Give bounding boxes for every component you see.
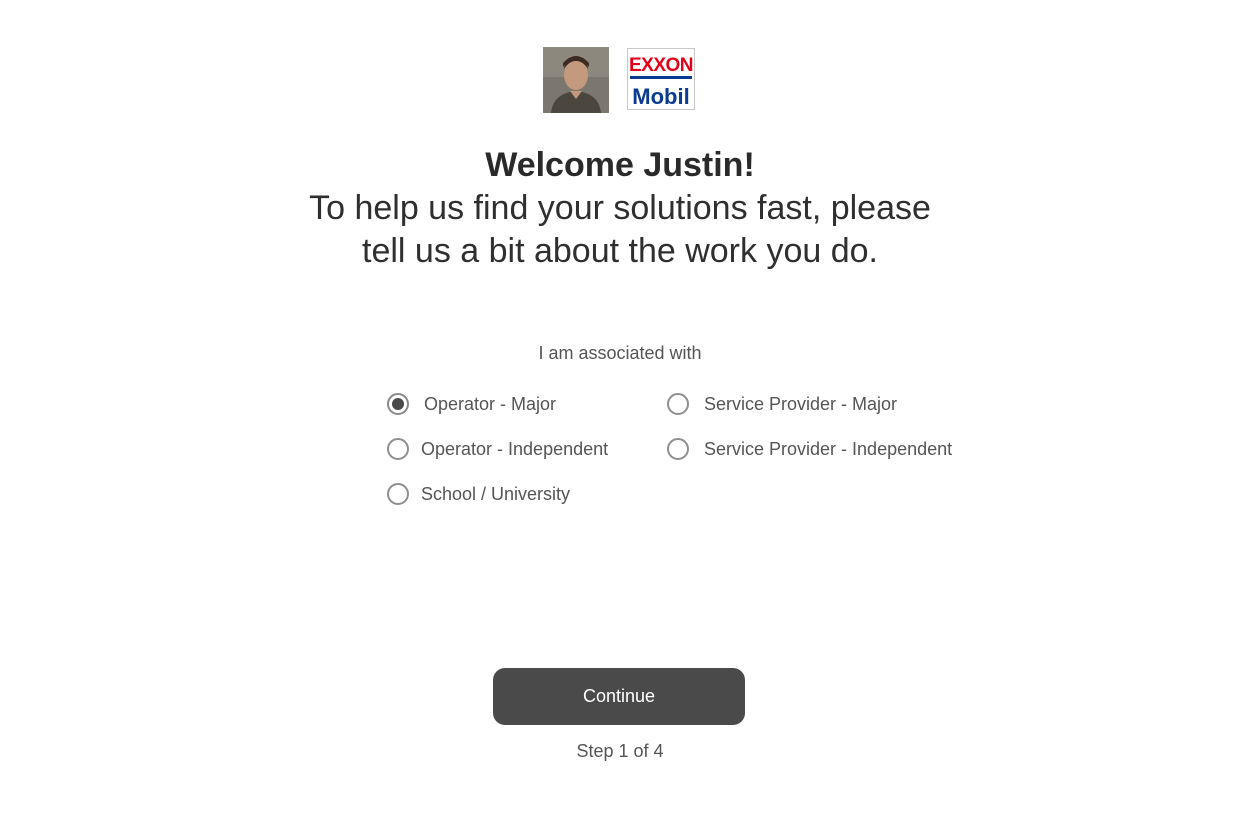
step-indicator: Step 1 of 4 <box>576 741 664 761</box>
radio-label: Service Provider - Major <box>704 393 898 414</box>
radio-unchecked-icon[interactable] <box>667 438 689 460</box>
onboarding-page: EXXON Mobil Welcome Justin! To help us f… <box>0 0 1240 830</box>
radio-operator-major[interactable]: Operator - Major <box>387 391 556 417</box>
continue-button[interactable]: Continue <box>493 668 745 725</box>
radio-school-university[interactable]: School / University <box>387 481 570 507</box>
welcome-subtitle: To help us find your solutions fast, ple… <box>309 189 931 270</box>
avatar <box>543 47 609 113</box>
exxonmobil-logo-icon: EXXON Mobil <box>627 48 695 110</box>
radio-unchecked-icon[interactable] <box>667 393 689 415</box>
radio-checked-icon[interactable] <box>387 393 409 415</box>
radio-label: Operator - Independent <box>421 438 609 459</box>
association-question: I am associated with <box>538 343 702 363</box>
radio-label: Operator - Major <box>424 393 557 414</box>
svg-text:EXXON: EXXON <box>629 55 693 76</box>
welcome-title: Welcome Justin! <box>485 146 755 184</box>
radio-label: Service Provider - Independent <box>704 438 953 459</box>
exxonmobil-logo: EXXON Mobil <box>627 48 695 110</box>
radio-operator-independent[interactable]: Operator - Independent <box>387 436 608 462</box>
user-photo-icon <box>543 47 609 113</box>
radio-service-provider-independent[interactable]: Service Provider - Independent <box>667 436 952 462</box>
radio-label: School / University <box>421 483 571 504</box>
radio-service-provider-major[interactable]: Service Provider - Major <box>667 391 897 417</box>
radio-unchecked-icon[interactable] <box>387 483 409 505</box>
svg-text:Mobil: Mobil <box>632 84 689 109</box>
radio-unchecked-icon[interactable] <box>387 438 409 460</box>
